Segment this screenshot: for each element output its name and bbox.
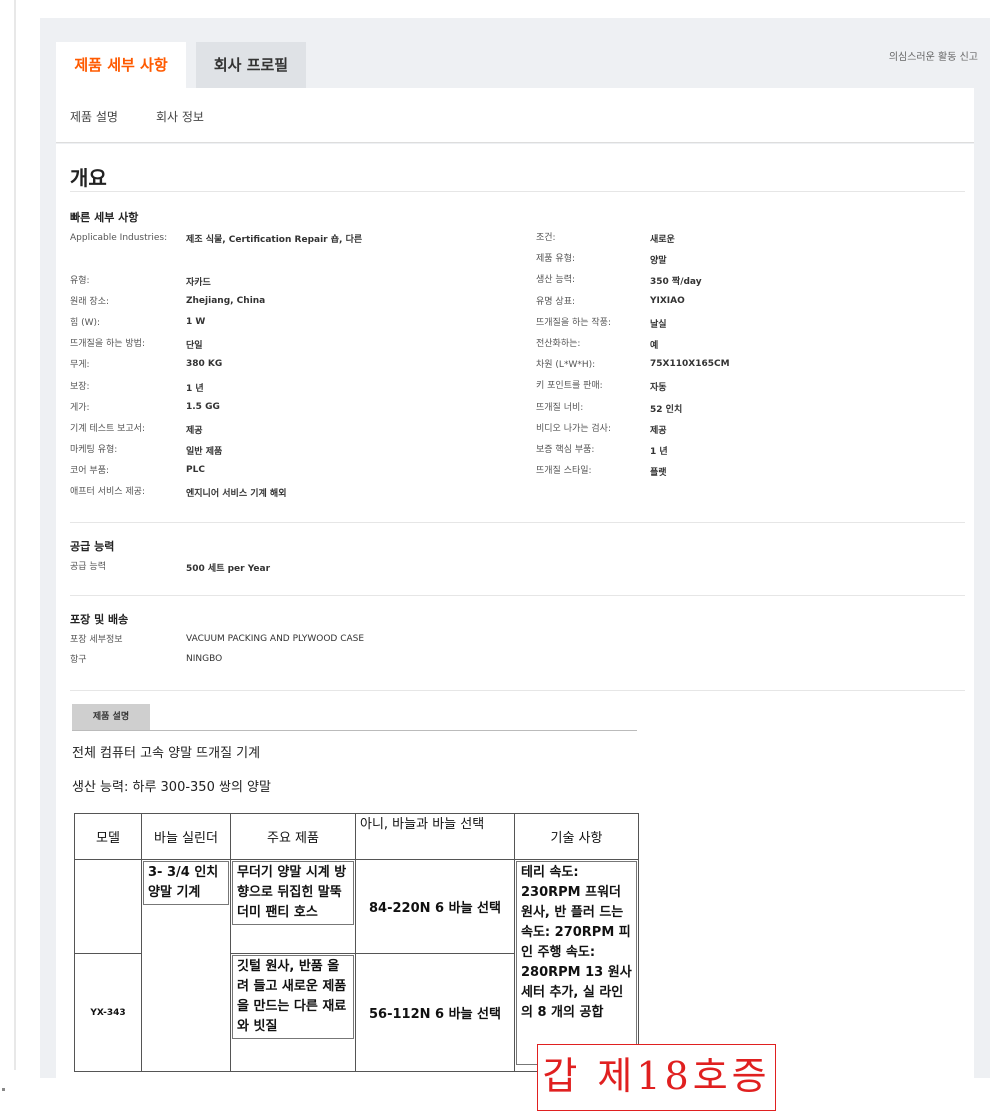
spec-label: 뜨개질을 하는 방법: — [70, 339, 145, 349]
supply-title: 공급 능력 — [70, 540, 115, 553]
description-line-2: 생산 능력: 하루 300-350 쌍의 양말 — [72, 780, 271, 795]
port-value: NINGBO — [186, 654, 223, 664]
spec-label: 애프터 서비스 제공: — [70, 487, 145, 497]
spec-value: PLC — [186, 465, 205, 475]
product2-text: 깃털 원사, 반품 올려 들고 새로운 제품을 만드는 다른 재료와 빗질 — [232, 955, 354, 1039]
model-cell-blank — [74, 859, 142, 954]
spec-value: 1 W — [186, 317, 206, 327]
spec-label: 원래 장소: — [70, 297, 110, 307]
spec-value: 380 KG — [186, 359, 223, 369]
product-panel: 제품 세부 사항 회사 프로필 의심스러운 활동 신고 제품 설명 회사 정보 … — [40, 18, 990, 1078]
divider — [70, 690, 965, 691]
tab-product-details[interactable]: 제품 세부 사항 — [56, 42, 186, 88]
spec-label: 힘 (W): — [70, 318, 101, 328]
spec-label: 코어 부품: — [70, 466, 110, 476]
spec-table: 모델 바늘 실린더 주요 제품 아니, 바늘과 바늘 선택 기술 사항 3- 3… — [74, 813, 639, 1072]
model-cell: YX-343 — [74, 953, 142, 1072]
description-divider — [72, 730, 637, 731]
spec-value: YIXIAO — [650, 295, 685, 306]
packaging-detail-value: VACUUM PACKING AND PLYWOOD CASE — [186, 634, 365, 644]
spec-value: 1.5 GG — [186, 402, 220, 412]
product-description-tab[interactable]: 제품 설명 — [72, 704, 150, 730]
details-content: 개요 빠른 세부 사항 Applicable Industries: 제조 식물,… — [56, 144, 974, 1078]
page-left-border — [14, 0, 16, 1070]
subnav-product-description[interactable]: 제품 설명 — [70, 108, 118, 125]
divider — [70, 522, 965, 523]
header-model: 모델 — [74, 813, 142, 860]
spec-label: 전산화하는: — [536, 339, 581, 349]
spec-value: 자카드 — [186, 278, 211, 288]
cylinder-cell: 3- 3/4 인치 양말 기계 — [141, 859, 231, 1072]
table-header-row: 모델 바늘 실린더 주요 제품 아니, 바늘과 바늘 선택 기술 사항 — [74, 813, 639, 860]
corner-mark — [2, 1088, 5, 1091]
spec-value: 예 — [650, 341, 659, 351]
spec-label: 생산 능력: — [536, 275, 576, 286]
sub-navigation: 제품 설명 회사 정보 — [56, 88, 974, 143]
product1-cell: 무더기 양말 시계 방향으로 뒤집힌 말뚝 더미 팬티 호스 — [230, 859, 356, 954]
divider — [70, 595, 965, 596]
spec-value: 제공 — [186, 426, 203, 436]
tab-company-profile[interactable]: 회사 프로필 — [196, 42, 306, 88]
header-tech: 기술 사항 — [514, 813, 639, 860]
header-cylinder: 바늘 실린더 — [141, 813, 231, 860]
spec-label: 뜨개질 스타일: — [536, 466, 592, 477]
table-row: 3- 3/4 인치 양말 기계 무더기 양말 시계 방향으로 뒤집힌 말뚝 더미… — [74, 859, 639, 1072]
spec-label: Applicable Industries: — [70, 233, 168, 243]
header-needle: 아니, 바늘과 바늘 선택 — [355, 813, 515, 860]
packaging-title: 포장 및 배송 — [70, 613, 129, 626]
spec-label: 무게: — [70, 360, 90, 370]
spec-value: 제공 — [650, 425, 667, 436]
evidence-stamp: 갑 제18호증 — [537, 1044, 776, 1111]
product1-text: 무더기 양말 시계 방향으로 뒤집힌 말뚝 더미 팬티 호스 — [232, 861, 354, 925]
spec-value: 플랫 — [650, 468, 667, 479]
spec-value: 날실 — [650, 319, 667, 330]
spec-value: 자동 — [650, 383, 667, 394]
spec-value: 52 인치 — [650, 404, 683, 415]
spec-value: 엔지니어 서비스 기계 해외 — [186, 489, 287, 499]
spec-label: 뜨개질을 하는 작풍: — [536, 317, 611, 328]
spec-label: 제품 유형: — [536, 254, 576, 265]
needle2-cell: 56-112N 6 바늘 선택 — [355, 953, 515, 1072]
spec-value: Zhejiang, China — [186, 296, 266, 306]
spec-value: 75X110X165CM — [650, 359, 730, 370]
subnav-company-info[interactable]: 회사 정보 — [156, 108, 204, 125]
port-label: 항구 — [70, 655, 87, 665]
quick-details-title: 빠른 세부 사항 — [70, 211, 139, 224]
product2-cell: 깃털 원사, 반품 올려 들고 새로운 제품을 만드는 다른 재료와 빗질 — [230, 953, 356, 1072]
spec-label: 비디오 나가는 검사: — [536, 423, 611, 434]
packaging-detail-label: 포장 세부정보 — [70, 635, 123, 645]
spec-value: 일반 제품 — [186, 447, 223, 457]
spec-label: 차원 (L*W*H): — [536, 360, 596, 371]
spec-label: 키 포인트를 판매: — [536, 381, 603, 392]
spec-value: 양말 — [650, 256, 667, 267]
supply-value: 500 세트 per Year — [186, 564, 271, 574]
tech-cell: 테리 속도: 230RPM 프워더 원사, 반 플러 드는 속도: 270RPM… — [514, 859, 639, 1072]
tech-text: 테리 속도: 230RPM 프워더 원사, 반 플러 드는 속도: 270RPM… — [516, 861, 637, 1065]
spec-value: 제조 식물, Certification Repair 숍, 다른 — [186, 235, 363, 245]
description-line-1: 전체 컴퓨터 고속 양말 뜨개질 기계 — [72, 746, 261, 761]
spec-label: 유형: — [70, 276, 90, 286]
divider — [70, 191, 965, 192]
spec-label: 게가: — [70, 403, 90, 413]
spec-label: 유명 상표: — [536, 296, 576, 307]
overview-title: 개요 — [70, 166, 107, 190]
spec-label: 보증 핵심 부품: — [536, 445, 595, 455]
spec-value: 1 년 — [650, 447, 668, 457]
spec-label: 기계 테스트 보고서: — [70, 424, 145, 434]
spec-value: 1 년 — [186, 384, 204, 394]
spec-value: 단일 — [186, 341, 203, 351]
needle1-cell: 84-220N 6 바늘 선택 — [355, 859, 515, 954]
header-main-product: 주요 제품 — [230, 813, 356, 860]
spec-label: 뜨개질 너비: — [536, 402, 584, 413]
spec-value: 350 짝/day — [650, 277, 702, 288]
cylinder-text: 3- 3/4 인치 양말 기계 — [143, 861, 229, 905]
spec-label: 마케팅 유형: — [70, 445, 118, 455]
supply-label: 공급 능력 — [70, 562, 106, 572]
report-suspicious-link[interactable]: 의심스러운 활동 신고 — [889, 48, 978, 63]
spec-label: 보장: — [70, 382, 90, 392]
spec-value: 새로운 — [650, 235, 675, 245]
spec-label: 조건: — [536, 233, 556, 243]
